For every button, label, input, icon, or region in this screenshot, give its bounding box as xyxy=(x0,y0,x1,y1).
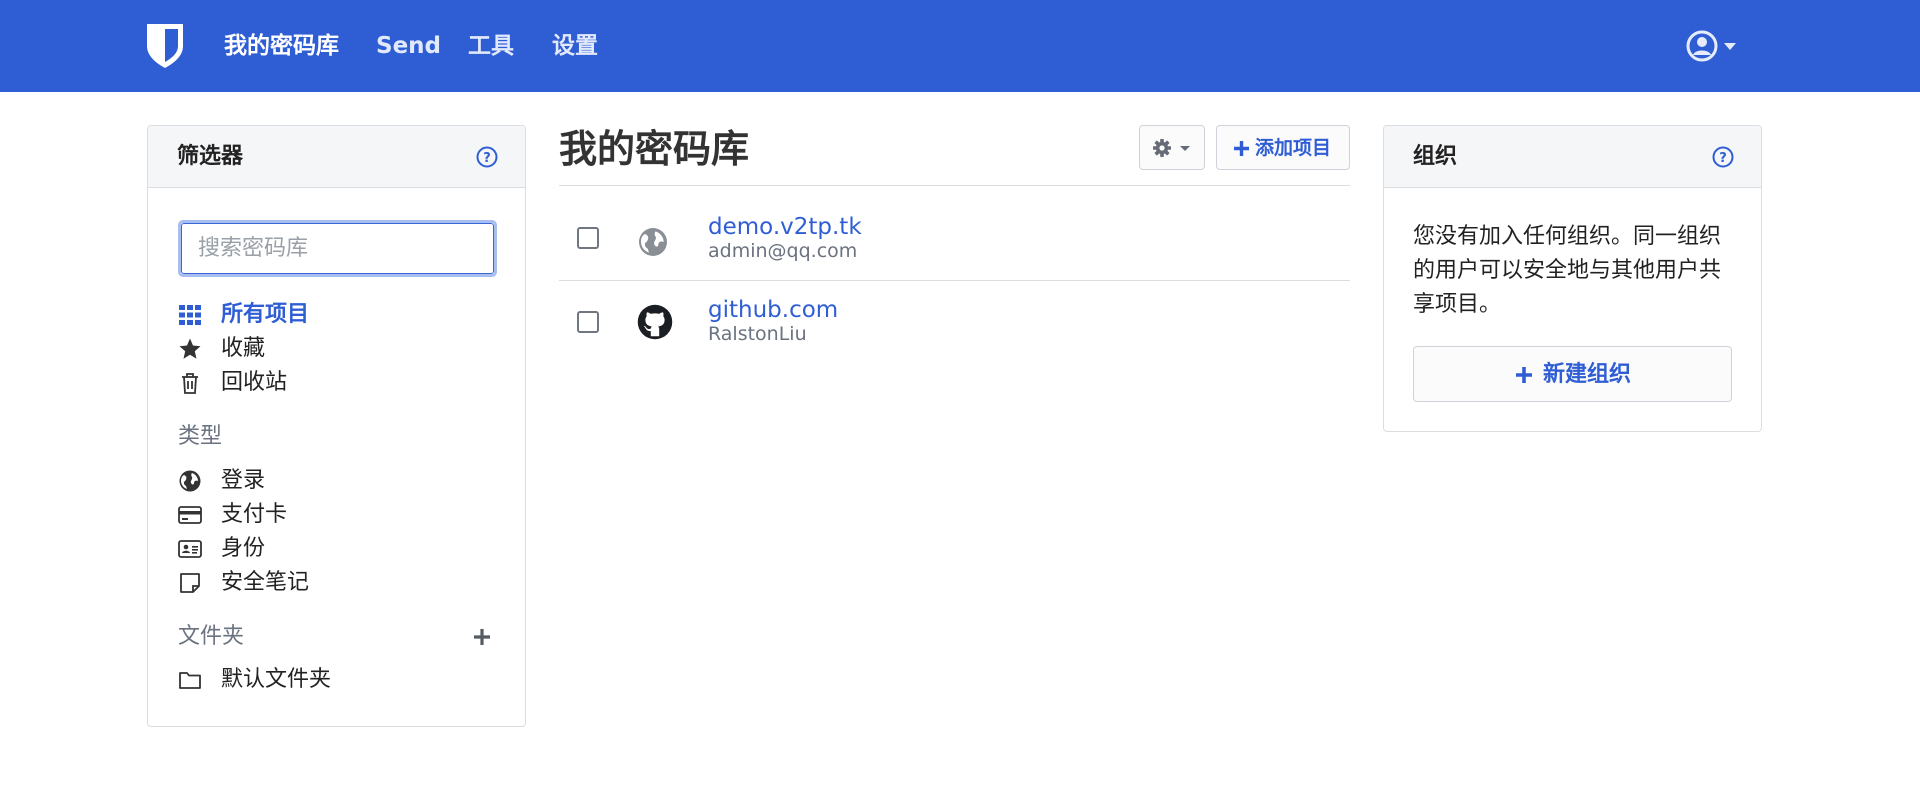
filter-label: 登录 xyxy=(221,468,266,493)
help-icon[interactable]: ? xyxy=(1712,146,1734,168)
filter-panel-title: 筛选器 xyxy=(177,144,244,169)
organizations-panel: 组织 ? 您没有加入任何组织。同一组织的用户可以安全地与其他用户共享项目。 新建… xyxy=(1383,125,1762,432)
account-menu-icon[interactable] xyxy=(1686,28,1746,64)
item-checkbox[interactable] xyxy=(577,227,599,249)
github-icon xyxy=(637,304,673,340)
globe-icon xyxy=(639,228,667,256)
vault-item-row[interactable]: demo.v2tp.tk admin@qq.com xyxy=(559,186,1350,280)
organizations-panel-title: 组织 xyxy=(1413,144,1458,169)
nav-send[interactable]: Send xyxy=(376,30,441,62)
gear-icon xyxy=(1153,139,1190,157)
filter-label: 收藏 xyxy=(221,336,266,361)
nav-settings[interactable]: 设置 xyxy=(552,30,598,62)
bitwarden-logo-icon[interactable] xyxy=(145,22,185,70)
globe-icon xyxy=(179,470,201,492)
filter-label: 安全笔记 xyxy=(221,570,310,595)
item-subtitle: admin@qq.com xyxy=(708,240,858,262)
help-icon[interactable]: ? xyxy=(476,146,498,168)
folder-icon xyxy=(179,672,201,689)
vault-item-row[interactable]: github.com RalstonLiu xyxy=(559,281,1350,375)
add-item-label: 添加项目 xyxy=(1255,137,1332,159)
plus-icon xyxy=(1516,367,1532,383)
add-item-button[interactable]: 添加项目 xyxy=(1216,125,1350,170)
filter-label: 回收站 xyxy=(221,370,288,395)
item-subtitle: RalstonLiu xyxy=(708,323,807,345)
plus-icon xyxy=(1234,141,1249,156)
grid-icon xyxy=(179,305,201,325)
item-checkbox[interactable] xyxy=(577,311,599,333)
id-card-icon xyxy=(178,540,202,558)
svg-text:?: ? xyxy=(1719,151,1727,166)
filter-panel-header: 筛选器 ? xyxy=(148,126,525,188)
search-input[interactable] xyxy=(181,223,494,274)
types-heading: 类型 xyxy=(178,424,223,449)
filter-label: 支付卡 xyxy=(221,502,288,527)
new-organization-label: 新建组织 xyxy=(1543,362,1632,387)
filter-panel: 筛选器 ? 所有项目 收藏 回收站 xyxy=(147,125,526,727)
filter-label: 所有项目 xyxy=(221,302,310,327)
nav-my-vault[interactable]: 我的密码库 xyxy=(224,30,339,62)
top-navbar: 我的密码库 Send 工具 设置 xyxy=(0,0,1920,92)
vault-options-button[interactable] xyxy=(1139,125,1205,170)
credit-card-icon xyxy=(178,506,202,524)
nav-tools[interactable]: 工具 xyxy=(468,30,514,62)
page-title: 我的密码库 xyxy=(559,127,750,171)
star-icon xyxy=(179,338,201,359)
trash-icon xyxy=(182,373,198,394)
svg-text:?: ? xyxy=(483,151,491,166)
organizations-description: 您没有加入任何组织。同一组织的用户可以安全地与其他用户共享项目。 xyxy=(1413,224,1722,317)
add-folder-plus-icon[interactable] xyxy=(471,626,493,648)
note-icon xyxy=(180,573,200,593)
search-focus-ring xyxy=(178,220,497,277)
organizations-panel-header: 组织 ? xyxy=(1384,126,1761,188)
folders-heading: 文件夹 xyxy=(178,624,245,649)
folder-label: 默认文件夹 xyxy=(221,667,332,692)
new-organization-button[interactable]: 新建组织 xyxy=(1413,346,1732,402)
filter-label: 身份 xyxy=(221,536,266,561)
